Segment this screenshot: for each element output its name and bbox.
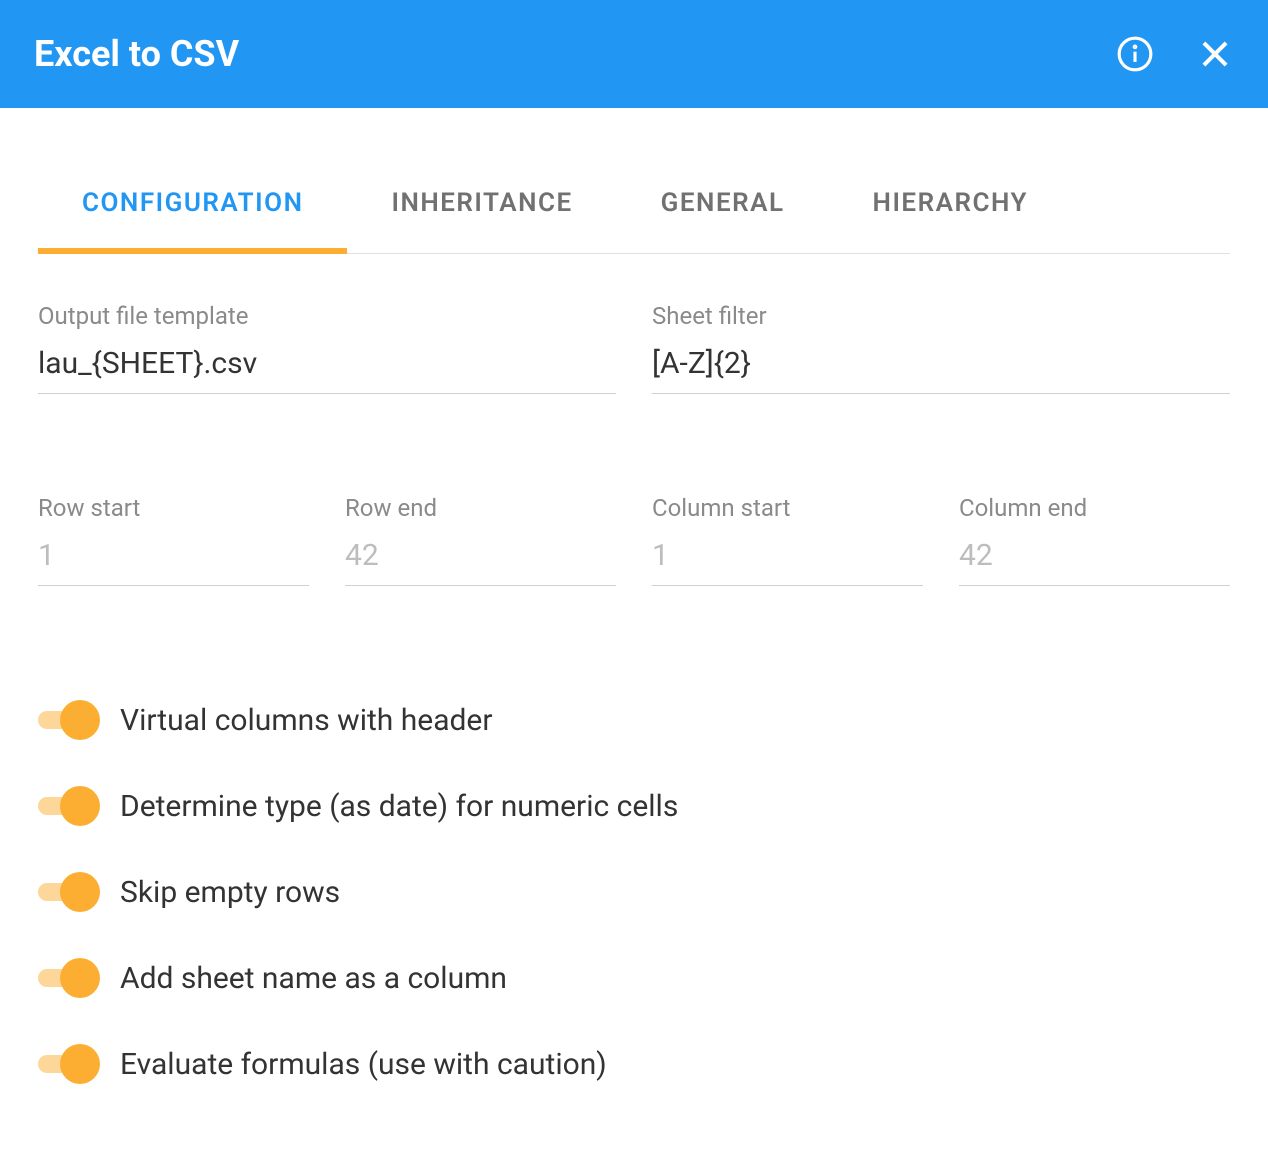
field-column-end: Column end — [959, 494, 1230, 586]
tab-general[interactable]: GENERAL — [617, 164, 829, 254]
header-actions — [1116, 35, 1234, 73]
column-start-label: Column start — [652, 494, 923, 522]
output-template-label: Output file template — [38, 302, 616, 330]
toggle-row-sheet-name-col: Add sheet name as a column — [38, 958, 1230, 998]
dialog-header: Excel to CSV — [0, 0, 1268, 108]
row-end-input[interactable] — [345, 530, 616, 586]
output-template-input[interactable] — [38, 338, 616, 394]
field-column-start: Column start — [652, 494, 923, 586]
tab-hierarchy[interactable]: HIERARCHY — [829, 164, 1072, 254]
toggle-virtual-columns[interactable] — [38, 700, 100, 740]
toggle-label-sheet-name-col: Add sheet name as a column — [120, 961, 507, 996]
close-icon[interactable] — [1196, 35, 1234, 73]
field-row-end: Row end — [345, 494, 616, 586]
field-row-start: Row start — [38, 494, 309, 586]
toggle-determine-type[interactable] — [38, 786, 100, 826]
toggle-knob — [60, 958, 100, 998]
sheet-filter-label: Sheet filter — [652, 302, 1230, 330]
row-end-label: Row end — [345, 494, 616, 522]
column-start-input[interactable] — [652, 530, 923, 586]
fields-row-1: Output file template Sheet filter — [38, 302, 1230, 394]
toggle-row-skip-empty: Skip empty rows — [38, 872, 1230, 912]
toggle-row-virtual-columns: Virtual columns with header — [38, 700, 1230, 740]
fields-row-2: Row start Row end Column start Column en… — [38, 494, 1230, 586]
column-end-label: Column end — [959, 494, 1230, 522]
dialog-body: CONFIGURATION INHERITANCE GENERAL HIERAR… — [0, 164, 1268, 1084]
tab-configuration[interactable]: CONFIGURATION — [38, 164, 347, 254]
toggles-section: Virtual columns with header Determine ty… — [38, 700, 1230, 1084]
toggle-skip-empty[interactable] — [38, 872, 100, 912]
field-sheet-filter: Sheet filter — [652, 302, 1230, 394]
sheet-filter-input[interactable] — [652, 338, 1230, 394]
toggle-row-eval-formulas: Evaluate formulas (use with caution) — [38, 1044, 1230, 1084]
dialog-title: Excel to CSV — [34, 33, 1116, 75]
toggle-knob — [60, 786, 100, 826]
tab-inheritance[interactable]: INHERITANCE — [347, 164, 616, 254]
column-end-input[interactable] — [959, 530, 1230, 586]
tab-bar: CONFIGURATION INHERITANCE GENERAL HIERAR… — [38, 164, 1230, 254]
toggle-eval-formulas[interactable] — [38, 1044, 100, 1084]
toggle-label-determine-type: Determine type (as date) for numeric cel… — [120, 789, 678, 824]
row-start-label: Row start — [38, 494, 309, 522]
toggle-label-virtual-columns: Virtual columns with header — [120, 703, 493, 738]
toggle-row-determine-type: Determine type (as date) for numeric cel… — [38, 786, 1230, 826]
toggle-knob — [60, 1044, 100, 1084]
row-start-input[interactable] — [38, 530, 309, 586]
toggle-knob — [60, 872, 100, 912]
field-output-template: Output file template — [38, 302, 616, 394]
toggle-knob — [60, 700, 100, 740]
toggle-label-skip-empty: Skip empty rows — [120, 875, 340, 910]
toggle-sheet-name-col[interactable] — [38, 958, 100, 998]
toggle-label-eval-formulas: Evaluate formulas (use with caution) — [120, 1047, 607, 1082]
info-icon[interactable] — [1116, 35, 1154, 73]
